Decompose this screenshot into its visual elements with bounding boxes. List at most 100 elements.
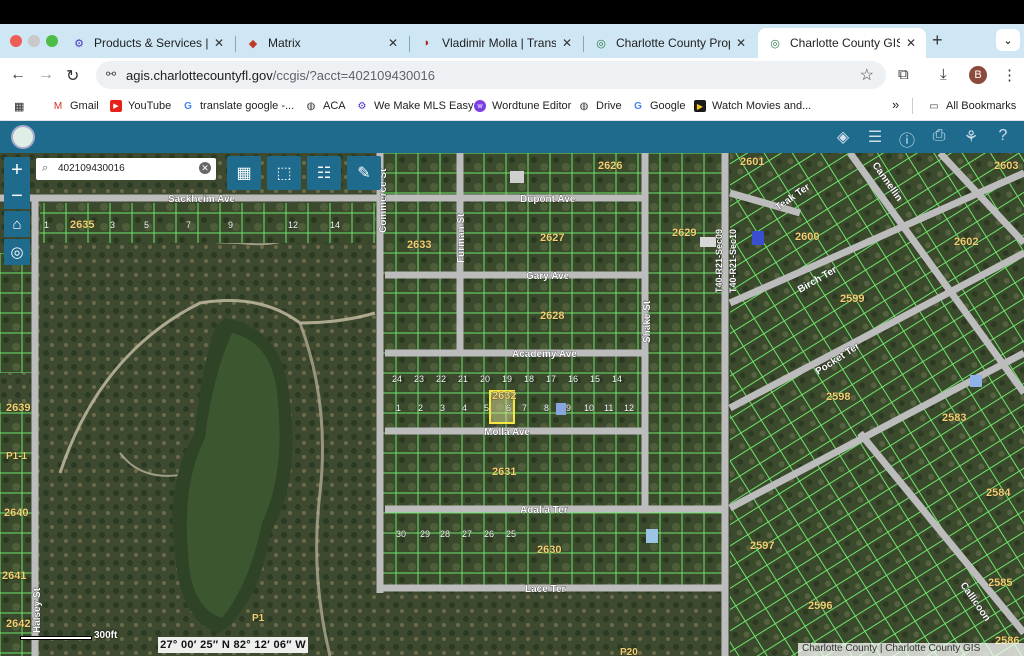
youtube-icon: ▶	[110, 100, 122, 112]
address-bar[interactable]: ⚯ agis.charlottecountyfl.gov/ccgis/?acct…	[96, 61, 886, 89]
lot-number: 12	[624, 403, 634, 413]
lot-number: 16	[568, 374, 578, 384]
lot-number: 20	[480, 374, 490, 384]
system-top-bar	[0, 0, 1024, 24]
globe-icon: ◍	[306, 100, 316, 112]
tab-search-chevron-icon[interactable]: ⌄	[996, 29, 1020, 51]
bookmark-we-make-mls-easy[interactable]: ⚙ We Make MLS Easy	[356, 100, 474, 112]
google-icon: G	[634, 100, 642, 112]
close-tab-icon[interactable]: ✕	[562, 36, 572, 50]
bookmark-label: We Make MLS Easy	[374, 100, 474, 112]
legend-list-icon[interactable]: ☰	[864, 127, 886, 147]
parcel-search-input[interactable]: ⌕ 402109430016 ✕	[36, 158, 216, 180]
street-label-dupont: Dupont Ave	[520, 194, 576, 205]
map-view[interactable]: Sackheim Ave Dupont Ave Gary Ave Academy…	[0, 153, 1024, 656]
lot-number: 5	[144, 220, 149, 230]
tab-products-services[interactable]: ⚙ Products & Services | Pur ✕	[62, 28, 234, 58]
tab-charlotte-property[interactable]: ◎ Charlotte County Property ✕	[584, 28, 756, 58]
zoom-in-button[interactable]: +	[4, 157, 30, 183]
zoom-out-button[interactable]: −	[4, 183, 30, 209]
measure-ruler-icon[interactable]: ✎	[347, 156, 381, 190]
basemap-grid-icon[interactable]: ▦	[227, 156, 261, 190]
reload-icon[interactable]: ↻	[66, 66, 79, 86]
bookmark-wordtune[interactable]: w Wordtune Editor	[474, 100, 571, 112]
close-tab-icon[interactable]: ✕	[736, 36, 746, 50]
lot-number: 12	[288, 220, 298, 230]
tab-charlotte-gis[interactable]: ◎ Charlotte County GIS ✕	[758, 28, 926, 58]
close-window-button[interactable]	[10, 35, 22, 47]
clear-search-icon[interactable]: ✕	[199, 162, 211, 174]
back-arrow-icon[interactable]: ←	[10, 66, 26, 84]
bookmark-google[interactable]: G Google	[632, 100, 685, 112]
bookmark-watch-movies[interactable]: ▶ Watch Movies and...	[694, 100, 811, 112]
street-label-furman: Furman St	[456, 213, 467, 263]
lot-number: 14	[612, 374, 622, 384]
street-label-gary: Gary Ave	[526, 271, 570, 282]
county-seal-favicon-icon: ◎	[596, 37, 606, 50]
search-value: 402109430016	[58, 163, 125, 174]
bookmark-label: YouTube	[128, 100, 172, 112]
help-icon[interactable]: ?	[992, 127, 1014, 147]
report-icon[interactable]: ☷	[307, 156, 341, 190]
matrix-favicon-icon: ◆	[248, 37, 258, 50]
bookmarks-overflow-button[interactable]: »	[892, 97, 899, 112]
basemap-gallery-icon[interactable]: ⚘	[960, 127, 982, 147]
new-tab-button[interactable]: +	[932, 30, 943, 51]
all-bookmarks-button[interactable]: ▭ All Bookmarks	[928, 100, 1016, 112]
layers-icon[interactable]: ◈	[832, 127, 854, 147]
bookmark-aca[interactable]: ◍ ACA	[305, 100, 346, 112]
block-label: 2631	[492, 466, 516, 478]
browser-toolbar: ← → ↻ ⚯ agis.charlottecountyfl.gov/ccgis…	[0, 58, 1024, 92]
locate-me-icon[interactable]: ◎	[4, 239, 30, 265]
maximize-window-button[interactable]	[46, 35, 58, 47]
county-seal-favicon-icon: ◎	[770, 37, 780, 50]
block-label: P1	[252, 613, 265, 624]
more-menu-icon[interactable]: ⋮	[1002, 66, 1017, 84]
bookmark-youtube[interactable]: ▶ YouTube	[110, 100, 171, 112]
lot-number: 11	[604, 403, 613, 413]
forward-arrow-icon[interactable]: →	[38, 66, 54, 84]
lot-number: 9	[228, 220, 233, 230]
url-path: /ccgis/?acct=402109430016	[272, 68, 435, 83]
close-tab-icon[interactable]: ✕	[906, 36, 916, 50]
apps-grid-icon[interactable]: ▦	[14, 100, 24, 113]
select-area-icon[interactable]: ⬚	[267, 156, 301, 190]
street-label-adalia: Adalia Ter	[520, 505, 568, 516]
map-canvas[interactable]: Sackheim Ave Dupont Ave Gary Ave Academy…	[0, 153, 1024, 656]
county-logo[interactable]	[11, 125, 35, 149]
street-label-shake: Shake St	[642, 300, 653, 343]
scale-bar: 300ft	[20, 630, 117, 642]
close-tab-icon[interactable]: ✕	[388, 36, 398, 50]
bookmark-label: ACA	[323, 100, 346, 112]
minimize-window-button[interactable]	[28, 35, 40, 47]
bookmark-label: Gmail	[70, 100, 99, 112]
bookmarks-bar: ▦ M Gmail ▶ YouTube Gtranslate google -...…	[0, 92, 1024, 121]
bookmark-gmail[interactable]: M Gmail	[52, 100, 99, 112]
home-extent-icon[interactable]: ⌂	[4, 211, 30, 237]
extensions-puzzle-icon[interactable]: ⧉	[898, 66, 909, 83]
block-label: 2642	[6, 618, 30, 630]
site-info-icon[interactable]: ⚯	[106, 67, 116, 81]
profile-avatar[interactable]: B	[969, 66, 987, 84]
block-label: 2635	[70, 219, 94, 231]
info-icon[interactable]: ⓘ	[896, 127, 918, 150]
tab-matrix[interactable]: ◆ Matrix ✕	[236, 28, 408, 58]
bookmark-star-icon[interactable]: ☆	[860, 65, 874, 85]
bookmark-label: Drive	[596, 100, 622, 112]
bookmark-translate-google[interactable]: Gtranslate google -...	[182, 100, 294, 112]
bookmark-drive[interactable]: ◍ Drive	[578, 100, 622, 112]
lot-number: 14	[330, 220, 340, 230]
section-label-sec10: T40-R21-Sec10	[728, 229, 738, 293]
url-domain: agis.charlottecountyfl.gov	[126, 68, 273, 83]
tab-vladimir-molla[interactable]: ◗ Vladimir Molla | Transactio ✕	[410, 28, 582, 58]
coordinate-readout: 27° 00′ 25″ N 82° 12′ 06″ W	[158, 637, 308, 653]
lot-number: 29	[420, 529, 430, 539]
street-label-sackheim: Sackheim Ave	[168, 194, 236, 205]
lot-number: 1	[396, 403, 401, 413]
print-icon[interactable]: ⎙	[928, 127, 950, 147]
download-icon[interactable]: ⤓	[940, 66, 947, 83]
bookmark-label: Watch Movies and...	[712, 100, 812, 112]
close-tab-icon[interactable]: ✕	[214, 36, 224, 50]
movie-icon: ▶	[694, 100, 706, 112]
lot-number: 21	[458, 374, 468, 384]
